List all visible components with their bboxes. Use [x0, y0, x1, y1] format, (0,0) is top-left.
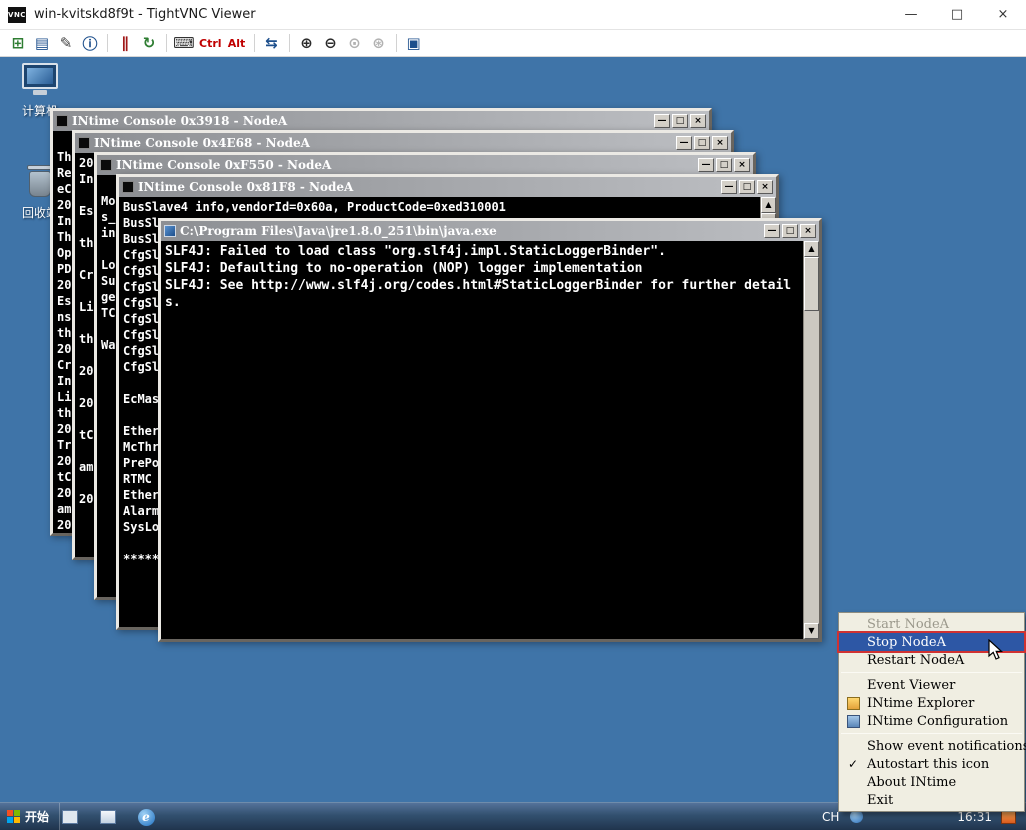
connection-options-button[interactable]: ✎: [54, 32, 78, 54]
intime-explorer-icon: [847, 697, 860, 710]
file-transfer-button[interactable]: ⇆: [260, 32, 284, 54]
close-button[interactable]: ×: [734, 158, 750, 172]
java-console-window[interactable]: C:\Program Files\Java\jre1.8.0_251\bin\j…: [158, 218, 822, 642]
maximize-button[interactable]: □: [782, 224, 798, 238]
vnc-titlebar: VNC win-kvitskd8f9t - TightVNC Viewer — …: [0, 0, 1026, 30]
menu-item-show-event-notifications[interactable]: Show event notifications: [839, 737, 1024, 755]
menu-separator: [841, 672, 1022, 673]
vnc-toolbar: ⊞▤✎ⓘ ∥↻ ⌨CtrlAlt ⇆ ⊕⊖⊙⊛ ▣: [0, 30, 1026, 57]
minimize-button[interactable]: —: [654, 114, 670, 128]
window-title: INtime Console 0xF550 - NodeA: [116, 158, 694, 172]
start-button-label: 开始: [25, 808, 49, 825]
quick-launch-internet-explorer[interactable]: e: [136, 807, 156, 827]
menu-item-label: Autostart this icon: [867, 757, 989, 772]
minimize-button[interactable]: —: [698, 158, 714, 172]
window-titlebar[interactable]: INtime Console 0xF550 - NodeA — □ ×: [97, 155, 753, 175]
new-connection-button[interactable]: ⊞: [6, 32, 30, 54]
toolbar-separator: [289, 34, 290, 52]
close-button[interactable]: ×: [712, 136, 728, 150]
console-icon: [78, 137, 90, 149]
fullscreen-button[interactable]: ▣: [402, 32, 426, 54]
remote-desktop: 计算机 回收站 INtime Console 0x3918 - NodeA — …: [0, 57, 1026, 830]
close-button[interactable]: ×: [757, 180, 773, 194]
computer-icon: [20, 63, 60, 99]
console-line: SLF4J: Failed to load class "org.slf4j.i…: [165, 243, 799, 260]
scroll-up-button[interactable]: ▲: [761, 197, 776, 213]
maximize-button[interactable]: □: [716, 158, 732, 172]
language-indicator[interactable]: CH: [822, 810, 839, 824]
window-title: INtime Console 0x4E68 - NodeA: [94, 136, 672, 150]
maximize-button[interactable]: □: [739, 180, 755, 194]
maximize-button[interactable]: □: [672, 114, 688, 128]
menu-item-exit[interactable]: Exit: [839, 791, 1024, 809]
intime-configuration-icon: [847, 715, 860, 728]
close-button[interactable]: ×: [800, 224, 816, 238]
scroll-up-button[interactable]: ▲: [804, 241, 819, 257]
internet-explorer-icon: e: [138, 809, 155, 826]
maximize-button[interactable]: □: [694, 136, 710, 150]
toolbar-separator: [107, 34, 108, 52]
pause-button[interactable]: ∥: [113, 32, 137, 54]
menu-item-start-nodea[interactable]: Start NodeA: [839, 615, 1024, 633]
window-titlebar[interactable]: INtime Console 0x81F8 - NodeA — □ ×: [119, 177, 776, 197]
console-icon: [56, 115, 68, 127]
mouse-cursor: [988, 639, 1008, 661]
zoom-in-button[interactable]: ⊕: [295, 32, 319, 54]
connection-info-button[interactable]: ⓘ: [78, 32, 102, 54]
window-titlebar[interactable]: C:\Program Files\Java\jre1.8.0_251\bin\j…: [161, 221, 819, 241]
refresh-button[interactable]: ↻: [137, 32, 161, 54]
console-line: SLF4J: Defaulting to no-operation (NOP) …: [165, 260, 799, 277]
alt-button[interactable]: Alt: [225, 32, 249, 54]
menu-separator: [841, 733, 1022, 734]
checkmark-icon: ✓: [848, 757, 858, 771]
scroll-down-button[interactable]: ▼: [804, 623, 819, 639]
console-icon: [122, 181, 134, 193]
java-icon: [164, 225, 176, 237]
taskbar-clock[interactable]: 16:31: [957, 810, 992, 824]
toolbar-separator: [396, 34, 397, 52]
toolbar-separator: [166, 34, 167, 52]
vnc-close-button[interactable]: ×: [980, 0, 1026, 29]
window-title: C:\Program Files\Java\jre1.8.0_251\bin\j…: [180, 224, 760, 238]
menu-item-intime-explorer[interactable]: INtime Explorer: [839, 694, 1024, 712]
minimize-button[interactable]: —: [676, 136, 692, 150]
show-desktop-icon: [62, 810, 78, 824]
console-output: SLF4J: Failed to load class "org.slf4j.i…: [161, 241, 819, 639]
window-titlebar[interactable]: INtime Console 0x4E68 - NodeA — □ ×: [75, 133, 731, 153]
zoom-100-button[interactable]: ⊙: [343, 32, 367, 54]
quick-launch-app[interactable]: [98, 807, 118, 827]
menu-item-event-viewer[interactable]: Event Viewer: [839, 676, 1024, 694]
vnc-window-title: win-kvitskd8f9t - TightVNC Viewer: [34, 7, 256, 22]
zoom-out-button[interactable]: ⊖: [319, 32, 343, 54]
start-button[interactable]: 开始: [0, 803, 60, 830]
minimize-button[interactable]: —: [764, 224, 780, 238]
menu-item-label: INtime Configuration: [867, 714, 1008, 729]
console-line: BusSlave4 info,vendorId=0x60a, ProductCo…: [123, 199, 756, 215]
window-titlebar[interactable]: INtime Console 0x3918 - NodeA — □ ×: [53, 111, 709, 131]
menu-item-label: INtime Explorer: [867, 696, 974, 711]
zoom-auto-button[interactable]: ⊛: [367, 32, 391, 54]
ctrl-button[interactable]: Ctrl: [196, 32, 225, 54]
ctrl-alt-del-button[interactable]: ⌨: [172, 32, 196, 54]
menu-item-intime-configuration[interactable]: INtime Configuration: [839, 712, 1024, 730]
menu-item-autostart-this-icon[interactable]: ✓ Autostart this icon: [839, 755, 1024, 773]
scrollbar[interactable]: ▲ ▼: [803, 241, 819, 639]
minimize-button[interactable]: —: [721, 180, 737, 194]
tightvnc-logo-icon: VNC: [8, 7, 26, 23]
toolbar-separator: [254, 34, 255, 52]
vnc-minimize-button[interactable]: —: [888, 0, 934, 29]
console-line: s.: [165, 294, 799, 311]
window-title: INtime Console 0x3918 - NodeA: [72, 114, 650, 128]
scroll-thumb[interactable]: [804, 257, 819, 311]
close-button[interactable]: ×: [690, 114, 706, 128]
quick-launch-show-desktop[interactable]: [60, 807, 80, 827]
menu-item-about-intime[interactable]: About INtime: [839, 773, 1024, 791]
window-title: INtime Console 0x81F8 - NodeA: [138, 180, 717, 194]
save-session-button[interactable]: ▤: [30, 32, 54, 54]
windows-logo-icon: [7, 810, 20, 823]
vnc-maximize-button[interactable]: □: [934, 0, 980, 29]
app-icon: [100, 810, 116, 824]
console-line: SLF4J: See http://www.slf4j.org/codes.ht…: [165, 277, 799, 294]
console-icon: [100, 159, 112, 171]
